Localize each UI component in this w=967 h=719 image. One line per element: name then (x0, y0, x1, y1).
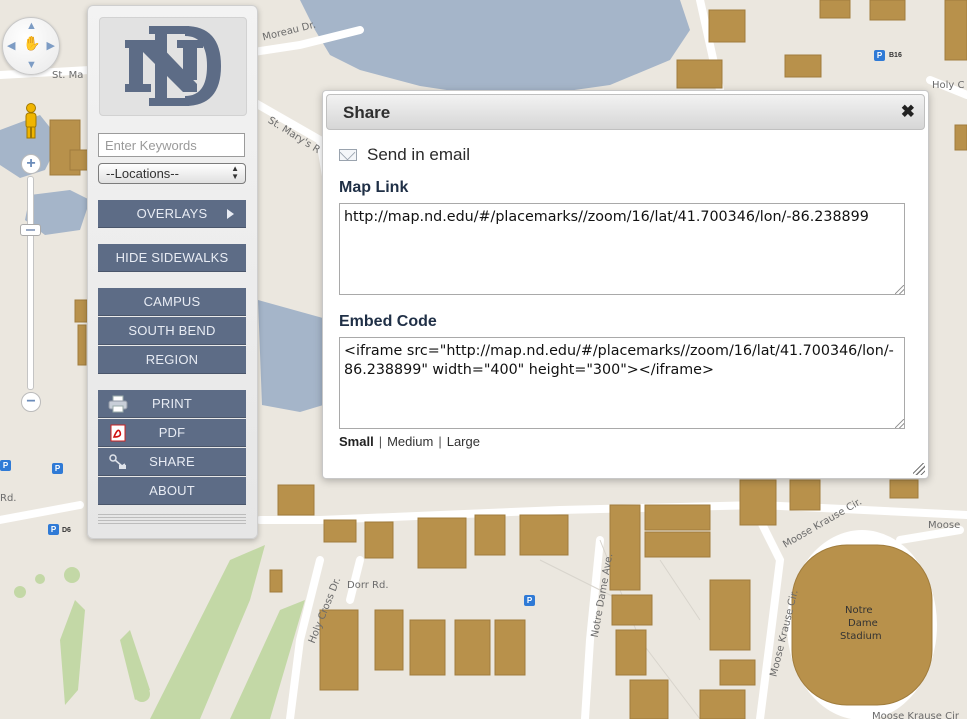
select-arrows-icon: ▲ ▼ (231, 164, 239, 181)
zoom-slider-thumb[interactable] (20, 224, 41, 236)
parking-icon[interactable]: P (524, 595, 535, 606)
printer-icon (108, 395, 128, 413)
overlays-button[interactable]: OVERLAYS (98, 200, 246, 228)
locations-select-value: --Locations-- (106, 166, 179, 181)
zoom-out-button[interactable]: − (21, 392, 41, 412)
size-large-option[interactable]: Large (447, 434, 480, 449)
pdf-label: PDF (158, 425, 186, 440)
parking-icon[interactable]: P (874, 50, 885, 61)
parking-icon[interactable]: P (48, 524, 59, 535)
envelope-icon (339, 149, 357, 161)
share-button[interactable]: SHARE (98, 448, 246, 476)
nd-monogram-icon (125, 26, 221, 106)
zoom-slider-track[interactable] (27, 176, 34, 390)
size-separator: | (378, 434, 383, 449)
hide-sidewalks-button[interactable]: HIDE SIDEWALKS (98, 244, 246, 272)
embed-code-label: Embed Code (339, 313, 437, 330)
parking-code-b16: B16 (889, 52, 902, 59)
map-link-textarea[interactable]: http://map.nd.edu/#/placemarks//zoom/16/… (339, 203, 905, 295)
notre-dame-logo[interactable] (99, 17, 247, 116)
parking-code-d6: D6 (62, 527, 71, 534)
hand-icon: ✋ (23, 35, 41, 51)
textarea-resize-handle[interactable] (895, 419, 904, 428)
dialog-title: Share (343, 103, 391, 122)
send-email-link[interactable]: Send in email (339, 145, 470, 165)
close-icon[interactable]: ✖ (901, 103, 915, 121)
print-button[interactable]: PRINT (98, 390, 246, 418)
zoom-in-button[interactable]: + (21, 154, 41, 174)
size-separator: | (438, 434, 442, 449)
send-email-label: Send in email (367, 145, 471, 164)
about-button[interactable]: ABOUT (98, 477, 246, 505)
street-view-pegman-icon[interactable] (21, 102, 41, 140)
map-label-moose-krause-bottom: Moose Krause Cir (872, 711, 959, 719)
dialog-titlebar[interactable]: Share ✖ (326, 94, 925, 130)
region-button[interactable]: REGION (98, 346, 246, 374)
print-label: PRINT (152, 396, 192, 411)
sidebar-panel: --Locations-- ▲▼ OVERLAYS HIDE SIDEWALKS… (87, 5, 258, 539)
parking-icon[interactable]: P (52, 463, 63, 474)
pdf-icon (110, 424, 126, 442)
stadium-label-1: Notre (845, 605, 873, 616)
map-label-moose: Moose (928, 520, 961, 531)
campus-button[interactable]: CAMPUS (98, 288, 246, 316)
pan-right-icon[interactable]: ▶ (47, 41, 55, 52)
keyword-search-input[interactable] (98, 133, 245, 157)
size-medium-option[interactable]: Medium (387, 434, 433, 449)
pan-control[interactable]: ▲ ▼ ◀ ▶ ✋ (2, 17, 60, 75)
pan-up-icon[interactable]: ▲ (26, 21, 37, 32)
overlays-label: OVERLAYS (136, 206, 208, 221)
map-label-holy-c: Holy C (932, 80, 965, 91)
locations-select[interactable]: --Locations-- ▲ ▼ (98, 163, 246, 184)
map-label-dorr: Dorr Rd. (347, 580, 389, 591)
map-label-st-ma: St. Ma (52, 70, 84, 81)
map-label-rd: Rd. (0, 493, 17, 504)
pan-down-icon[interactable]: ▼ (26, 60, 37, 71)
south-bend-button[interactable]: SOUTH BEND (98, 317, 246, 345)
map-link-label: Map Link (339, 179, 409, 196)
embed-size-options: Small | Medium | Large (339, 434, 480, 449)
dialog-resize-grip[interactable] (913, 463, 925, 475)
pdf-button[interactable]: PDF (98, 419, 246, 447)
share-label: SHARE (149, 454, 195, 469)
stadium-label-3: Stadium (840, 631, 882, 642)
share-icon (109, 454, 126, 469)
size-small-option[interactable]: Small (339, 434, 374, 449)
stadium-label-2: Dame (848, 618, 878, 629)
parking-icon[interactable]: P (0, 460, 11, 471)
chevron-right-icon (227, 209, 234, 219)
share-dialog: Share ✖ Send in email Map Link http://ma… (322, 90, 929, 479)
sidebar-resize-grip[interactable] (98, 514, 246, 526)
textarea-resize-handle[interactable] (895, 285, 904, 294)
embed-code-textarea[interactable]: <iframe src="http://map.nd.edu/#/placema… (339, 337, 905, 429)
pan-left-icon[interactable]: ◀ (7, 41, 15, 52)
